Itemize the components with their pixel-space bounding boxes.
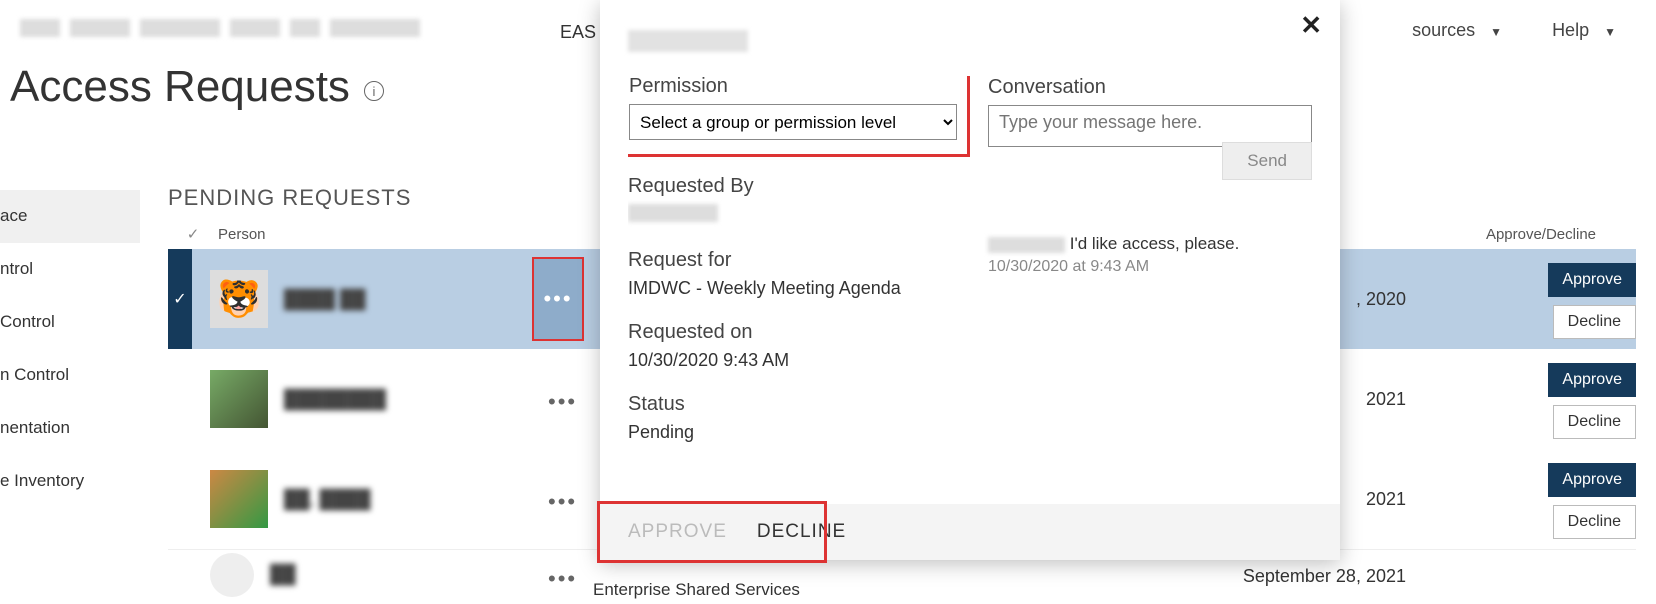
row-menu-button[interactable]: ••• [548, 489, 577, 515]
permission-select[interactable]: Select a group or permission level [629, 104, 957, 140]
close-icon[interactable]: ✕ [1300, 10, 1322, 41]
person-name: ██, ████ [284, 489, 371, 510]
column-header-approve: Approve/Decline [1486, 226, 1636, 243]
page-title: Access Requests [10, 62, 350, 112]
left-nav: ace ntrol Control n Control nentation e … [0, 190, 140, 508]
leftnav-item[interactable]: n Control [0, 349, 140, 402]
nav-label: Help [1552, 20, 1589, 40]
decline-button[interactable]: Decline [1553, 505, 1636, 539]
popup-title-blurred [628, 30, 748, 52]
approve-button[interactable]: Approve [1548, 463, 1636, 497]
leftnav-item[interactable]: Control [0, 296, 140, 349]
nav-link-eas[interactable]: EAS [560, 22, 596, 43]
requested-on-label: Requested on [628, 321, 958, 344]
approve-button[interactable]: Approve [1548, 263, 1636, 297]
approve-action[interactable]: APPROVE [628, 521, 727, 543]
blurred-breadcrumb [0, 19, 420, 37]
conversation-message: I'd like access, please. [988, 234, 1312, 254]
leftnav-item[interactable]: e Inventory [0, 455, 140, 508]
decline-button[interactable]: Decline [1553, 405, 1636, 439]
chevron-down-icon: ▼ [1604, 25, 1616, 39]
send-button[interactable]: Send [1222, 142, 1312, 180]
message-text: I'd like access, please. [1070, 234, 1240, 253]
permission-label: Permission [629, 76, 957, 98]
requested-by-value [628, 204, 718, 222]
row-date: September 28, 2021 [1186, 566, 1406, 587]
person-name: ████ ██ [284, 289, 366, 310]
request-for-text: Enterprise Shared Services [593, 580, 800, 600]
message-author-blurred [988, 237, 1065, 253]
approve-button[interactable]: Approve [1548, 363, 1636, 397]
status-label: Status [628, 393, 958, 416]
row-menu-button[interactable]: ••• [548, 566, 577, 592]
check-icon: ✓ [168, 225, 218, 243]
leftnav-item[interactable]: nentation [0, 402, 140, 455]
decline-action[interactable]: DECLINE [757, 521, 846, 543]
request-for-value: IMDWC - Weekly Meeting Agenda [628, 278, 958, 299]
person-name: ██ [270, 564, 296, 585]
person-name: ████████ [284, 389, 386, 410]
requested-on-value: 10/30/2020 9:43 AM [628, 350, 958, 371]
request-details-popup: ✕ Permission Select a group or permissio… [600, 0, 1340, 560]
chevron-down-icon: ▼ [1490, 25, 1502, 39]
conversation-label: Conversation [988, 76, 1312, 99]
nav-dropdown-sources[interactable]: sources ▼ [1412, 20, 1502, 41]
row-menu-button[interactable]: ••• [532, 257, 584, 341]
requested-by-label: Requested By [628, 175, 958, 198]
avatar [210, 370, 268, 428]
avatar [210, 553, 254, 597]
leftnav-item[interactable]: ntrol [0, 243, 140, 296]
permission-highlight: Permission Select a group or permission … [628, 76, 970, 157]
popup-footer: APPROVE DECLINE [600, 504, 1340, 560]
status-value: Pending [628, 422, 958, 443]
nav-dropdown-help[interactable]: Help ▼ [1552, 20, 1616, 41]
decline-button[interactable]: Decline [1553, 305, 1636, 339]
nav-label: sources [1412, 20, 1475, 40]
selected-check-icon: ✓ [168, 249, 192, 349]
info-icon[interactable]: i [364, 81, 384, 101]
row-menu-button[interactable]: ••• [548, 389, 577, 415]
avatar: 🐯 [210, 270, 268, 328]
leftnav-item[interactable]: ace [0, 190, 140, 243]
request-for-label: Request for [628, 249, 958, 272]
conversation-input[interactable] [988, 105, 1312, 147]
column-header-person: Person [218, 226, 578, 243]
message-timestamp: 10/30/2020 at 9:43 AM [988, 258, 1312, 276]
avatar [210, 470, 268, 528]
